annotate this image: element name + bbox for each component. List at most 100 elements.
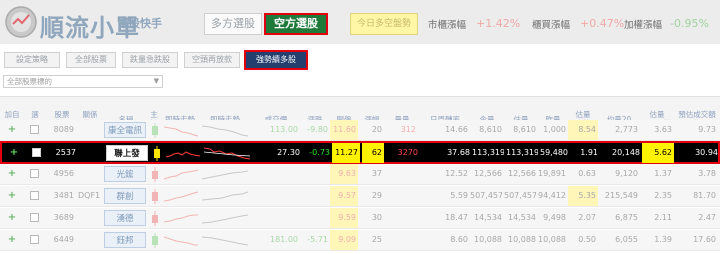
ma-ratio: 1.39 xyxy=(654,235,672,244)
table-row-selected[interactable]: + 2537 聯上發 27.30 -0.73 11.27 62 3270 37.… xyxy=(0,141,720,164)
open-pct: 11.60 xyxy=(330,120,358,140)
add-watchlist-icon[interactable]: + xyxy=(2,164,22,184)
ma-ratio: 1.37 xyxy=(654,169,672,178)
turnover: 14.66 xyxy=(445,125,468,134)
row-checkbox[interactable] xyxy=(32,148,41,157)
intraday-sparkline-icon xyxy=(166,151,200,158)
yest-vol: 9,498 xyxy=(543,213,566,222)
amount: 81.70 xyxy=(693,191,716,200)
stock-name[interactable]: 湧德 xyxy=(104,210,146,226)
avg20: 20,148 xyxy=(612,148,640,157)
price: 113.00 xyxy=(270,125,298,134)
row-checkbox[interactable] xyxy=(30,169,39,178)
add-watchlist-icon[interactable]: + xyxy=(2,120,22,140)
add-watchlist-icon[interactable]: + xyxy=(2,208,22,228)
row-checkbox[interactable] xyxy=(30,191,39,200)
ma-ratio: 2.35 xyxy=(654,191,672,200)
stock-name[interactable]: 群創 xyxy=(104,188,146,204)
long-mode-tab[interactable]: 多方選股 xyxy=(204,13,262,35)
stat-label-taiex: 加權漲幅 xyxy=(624,20,663,31)
strategy-settings-button[interactable]: 設定策略 xyxy=(4,52,60,68)
pct: 62 xyxy=(362,143,384,163)
candlestick-icon xyxy=(152,211,158,226)
intraday-sparkline-icon xyxy=(164,169,198,180)
table-row[interactable]: + 3481 DQF1 群創 9.57 29 5.59 507,457 507,… xyxy=(0,186,720,207)
row-checkbox[interactable] xyxy=(30,213,39,222)
stat-value-gtsm: +0.47% xyxy=(580,17,625,30)
row-checkbox[interactable] xyxy=(30,235,39,244)
est-vol: 8,610 xyxy=(513,125,536,134)
candlestick-icon xyxy=(152,233,158,248)
table-row[interactable]: + 3689 湧德 9.59 30 18.47 14,534 14,534 9,… xyxy=(0,208,720,229)
est-ratio: 2.07 xyxy=(578,213,596,222)
strong-trend-button[interactable]: 強勢續多股 xyxy=(244,50,308,70)
change xyxy=(302,164,328,184)
add-watchlist-icon[interactable]: + xyxy=(4,143,24,163)
related-code xyxy=(80,143,104,163)
stat-label-gtsm: 櫃買漲幅 xyxy=(532,20,571,31)
amount: 9.73 xyxy=(698,125,716,134)
turnover: 37.68 xyxy=(447,148,470,157)
related-code xyxy=(78,164,102,184)
pct: 20 xyxy=(371,125,382,134)
yest-vol: 1,000 xyxy=(543,125,566,134)
amount: 17.60 xyxy=(693,235,716,244)
change xyxy=(302,208,328,228)
bear-release-button[interactable]: 空頭再放款 xyxy=(184,52,240,68)
ma-ratio: 5.62 xyxy=(642,143,674,163)
stock-universe-value: 全部股票標的 xyxy=(7,77,52,86)
stock-universe-select[interactable]: 全部股票標的 ▼ xyxy=(3,75,163,88)
today-vol: 8,610 xyxy=(479,125,502,134)
today-vol: 14,534 xyxy=(474,213,502,222)
turnover: 12.52 xyxy=(445,169,468,178)
open-pct: 11.27 xyxy=(332,143,360,163)
today-trend-button[interactable]: 今日多空盤勢 xyxy=(350,13,418,35)
short-mode-tab[interactable]: 空方選股 xyxy=(264,13,328,35)
table-row[interactable]: + 8089 康全電訊 113.00 -9.80 11.60 20 312 14… xyxy=(0,120,720,141)
pct: 29 xyxy=(371,191,382,200)
today-vol: 12,566 xyxy=(474,169,502,178)
price: 27.30 xyxy=(277,148,300,157)
volume xyxy=(386,208,416,228)
intraday-sparkline-icon xyxy=(164,214,198,223)
turnover: 8.60 xyxy=(450,235,468,244)
est-vol: 14,534 xyxy=(508,213,536,222)
est-vol: 113,319 xyxy=(506,148,538,157)
est-vol: 12,566 xyxy=(508,169,536,178)
logo-icon xyxy=(5,6,37,38)
price xyxy=(252,186,298,206)
change: -5.71 xyxy=(307,235,328,244)
stock-name[interactable]: 康全電訊 xyxy=(104,122,146,138)
pct: 25 xyxy=(371,235,382,244)
volume xyxy=(386,230,416,250)
all-stocks-button[interactable]: 全部股票 xyxy=(66,52,116,68)
est-ratio: 5.35 xyxy=(568,186,598,206)
volume xyxy=(386,186,416,206)
stock-name[interactable]: 聯上發 xyxy=(106,145,148,161)
stat-value-otc: +1.42% xyxy=(476,17,521,30)
trend-chart-icon xyxy=(202,236,248,246)
price: 181.00 xyxy=(270,235,298,244)
candlestick-icon xyxy=(152,167,158,182)
add-watchlist-icon[interactable]: + xyxy=(2,186,22,206)
pct: 37 xyxy=(371,169,382,178)
stock-name[interactable]: 光鋐 xyxy=(104,166,146,182)
ma-ratio: 3.63 xyxy=(654,125,672,134)
table-row[interactable]: + 6449 鈺邦 181.00 -5.71 9.09 25 8.60 10,0… xyxy=(0,230,720,251)
turnover: 18.47 xyxy=(445,213,468,222)
avg20: 215,549 xyxy=(604,191,638,200)
table-row[interactable]: + 4956 光鋐 9.63 37 12.52 12,566 12,566 19… xyxy=(0,164,720,185)
amount: 30.94 xyxy=(695,148,718,157)
row-checkbox[interactable] xyxy=(30,125,39,134)
stock-name[interactable]: 鈺邦 xyxy=(104,232,146,248)
price xyxy=(252,164,298,184)
stock-code: 2537 xyxy=(55,148,76,157)
related-code xyxy=(78,120,102,140)
yest-vol: 19,891 xyxy=(538,169,566,178)
volume-drop-button[interactable]: 跌量急跌股 xyxy=(122,52,178,68)
add-watchlist-icon[interactable]: + xyxy=(2,230,22,250)
today-vol: 113,319 xyxy=(472,148,504,157)
stat-label-otc: 市櫃漲幅 xyxy=(428,20,467,31)
trend-chart-icon xyxy=(202,170,248,180)
trend-chart-icon xyxy=(204,147,250,160)
